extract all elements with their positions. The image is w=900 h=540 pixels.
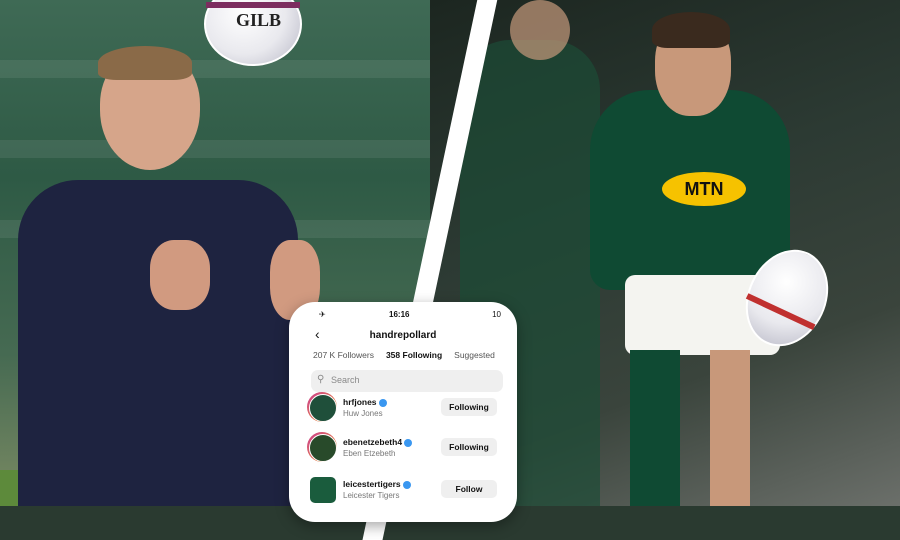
profile-header: ‹ handrepollard xyxy=(289,326,517,346)
account-name: Huw Jones xyxy=(343,409,383,418)
account-handle: ebenetzebeth4 xyxy=(343,437,413,447)
follow-tabs: 207 K Followers 358 Following Suggested xyxy=(313,350,517,372)
tab-suggested[interactable]: Suggested xyxy=(454,350,495,372)
following-button[interactable]: Following xyxy=(441,438,497,456)
follow-button[interactable]: Follow xyxy=(441,480,497,498)
list-item[interactable]: hrfjones Huw Jones Following xyxy=(307,392,503,428)
search-placeholder: Search xyxy=(331,375,360,385)
tab-followers[interactable]: 207 K Followers xyxy=(313,350,374,372)
following-button[interactable]: Following xyxy=(441,398,497,416)
ball-brand-text: GILB xyxy=(236,10,282,30)
sponsor-text: MTN xyxy=(684,179,724,199)
account-name: Leicester Tigers xyxy=(343,491,400,500)
tab-following[interactable]: 358 Following xyxy=(385,350,443,372)
status-time: 16:16 xyxy=(389,310,410,319)
background-player-head xyxy=(510,0,570,60)
player-hair xyxy=(98,46,192,80)
sponsor-badge: MTN xyxy=(662,172,746,206)
stand-stripe xyxy=(0,140,470,158)
avatar xyxy=(307,432,337,462)
instagram-phone-screenshot: ✈ 16:16 10 ‹ handrepollard 207 K Followe… xyxy=(289,302,517,522)
avatar xyxy=(307,474,337,504)
kicker-hair xyxy=(652,12,730,48)
account-name: Eben Etzebeth xyxy=(343,449,396,458)
search-input[interactable]: ⚲ Search xyxy=(311,370,503,392)
verified-icon xyxy=(378,398,387,407)
verified-icon xyxy=(404,438,413,447)
account-handle: hrfjones xyxy=(343,397,387,407)
avatar xyxy=(307,392,337,422)
list-item[interactable]: ebenetzebeth4 Eben Etzebeth Following xyxy=(307,432,503,468)
account-handle: leicestertigers xyxy=(343,479,411,489)
kicker-leg xyxy=(630,350,680,506)
battery-level: 10 xyxy=(492,310,501,319)
verified-icon xyxy=(402,480,411,489)
rugby-ball: GILB xyxy=(204,0,302,66)
status-bar: ✈ 16:16 10 xyxy=(289,310,517,324)
search-icon: ⚲ xyxy=(317,374,325,385)
profile-username: handrepollard xyxy=(369,330,437,341)
player-jacket xyxy=(18,180,298,506)
player-hand xyxy=(150,240,210,310)
list-item[interactable]: leicestertigers Leicester Tigers Follow xyxy=(307,474,503,510)
status-carrier: ✈ xyxy=(319,310,326,319)
kicker-leg xyxy=(710,350,750,506)
